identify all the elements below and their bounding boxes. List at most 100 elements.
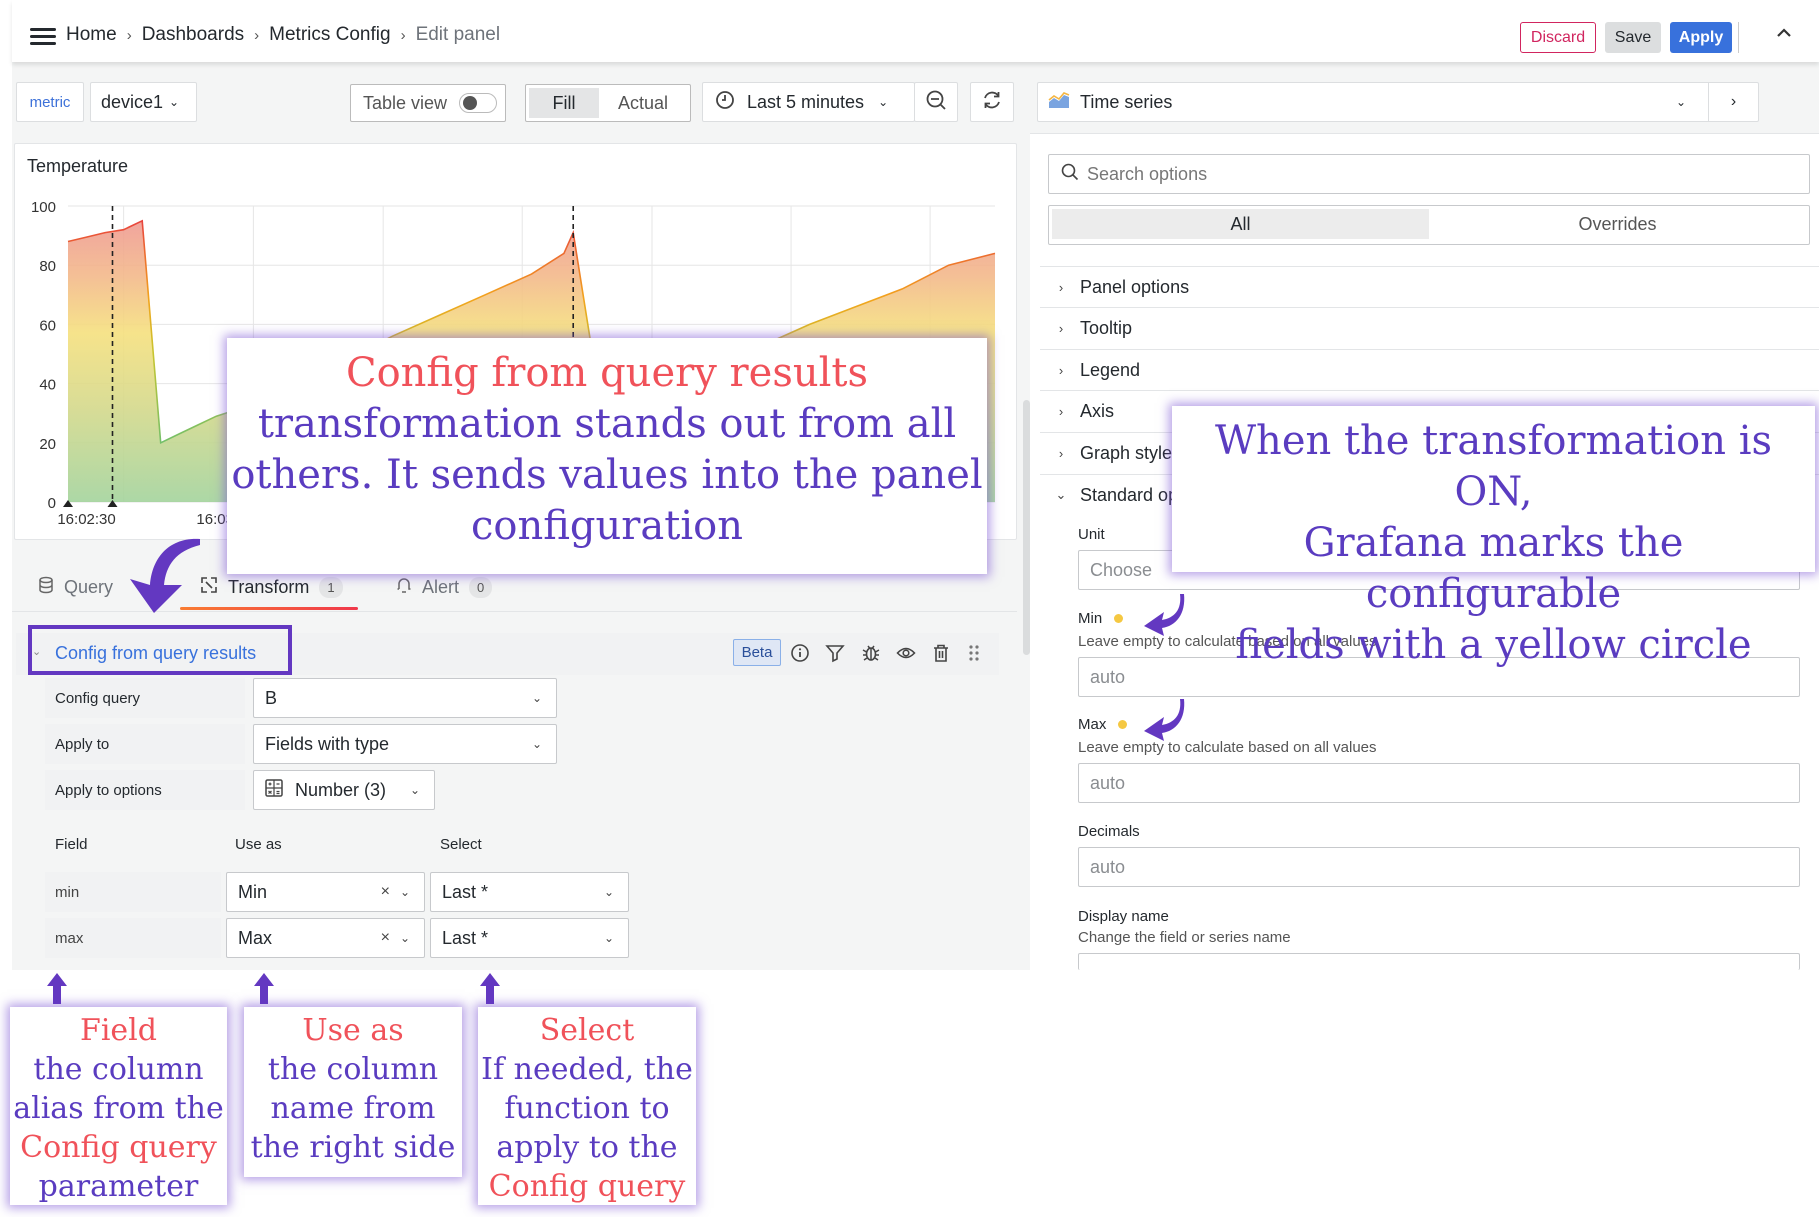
column-header-select: Select: [440, 836, 482, 853]
y-tick-label: 20: [39, 436, 56, 453]
annotation-line: configuration: [471, 503, 743, 549]
table-view-toggle[interactable]: Table view: [350, 84, 506, 122]
min-placeholder: auto: [1090, 666, 1126, 687]
tab-all[interactable]: All: [1052, 209, 1429, 239]
tab-overrides[interactable]: Overrides: [1429, 209, 1806, 239]
chevron-up-icon[interactable]: [1776, 26, 1792, 44]
breadcrumb: Home › Dashboards › Metrics Config › Edi…: [66, 24, 500, 46]
hamburger-icon[interactable]: [30, 28, 56, 46]
search-icon: [1061, 163, 1079, 186]
annotation-line: Config query: [488, 1169, 686, 1204]
apply-button[interactable]: Apply: [1670, 22, 1732, 53]
scrollbar[interactable]: [1023, 400, 1030, 655]
select-function-max[interactable]: Last * ⌄: [430, 918, 629, 958]
section-legend[interactable]: › Legend: [1040, 349, 1819, 390]
tab-alert[interactable]: Alert 0: [396, 576, 493, 599]
annotation-line: the column: [33, 1052, 204, 1087]
breadcrumb-home[interactable]: Home: [66, 24, 117, 46]
chevron-right-icon[interactable]: ›: [1708, 83, 1758, 121]
section-panel-options[interactable]: › Panel options: [1040, 266, 1819, 307]
select-value: Last *: [442, 927, 489, 948]
decimals-input[interactable]: auto: [1078, 847, 1800, 887]
annotation-title: Field: [80, 1013, 157, 1048]
max-input[interactable]: auto: [1078, 763, 1800, 803]
y-tick-label: 60: [39, 317, 56, 334]
actual-option[interactable]: Actual: [599, 88, 687, 118]
options-tabs: All Overrides: [1048, 205, 1810, 245]
chevron-right-icon: ›: [1058, 279, 1064, 295]
chevron-down-icon: ⌄: [603, 885, 614, 899]
section-tooltip[interactable]: › Tooltip: [1040, 307, 1819, 348]
save-button[interactable]: Save: [1605, 22, 1661, 53]
annotation-line: Config query: [20, 1130, 217, 1165]
annotation-line: apply to the: [496, 1130, 678, 1165]
chevron-down-icon: ⌄: [878, 95, 889, 109]
config-query-select[interactable]: B ⌄: [253, 678, 557, 718]
clear-icon[interactable]: ×: [381, 883, 390, 901]
unit-label: Unit: [1078, 526, 1105, 543]
drag-handle-icon[interactable]: [963, 642, 985, 664]
clock-icon: [715, 90, 735, 115]
config-marker-dot: [1114, 614, 1124, 623]
refresh-icon: [981, 89, 1003, 116]
visualization-name: Time series: [1080, 91, 1173, 112]
zoom-out-button[interactable]: [914, 82, 958, 122]
decimals-placeholder: auto: [1090, 856, 1126, 877]
chevron-down-icon: ⌄: [531, 691, 542, 705]
curved-arrow-icon: [130, 538, 200, 613]
y-tick-label: 40: [39, 377, 56, 394]
unit-placeholder: Choose: [1090, 559, 1153, 580]
curved-arrow-icon: [1144, 594, 1185, 636]
decimals-label: Decimals: [1078, 823, 1140, 840]
highlight-box: [28, 625, 292, 675]
info-icon[interactable]: [789, 642, 811, 664]
breadcrumb-dashboard[interactable]: Metrics Config: [269, 24, 390, 46]
min-label-text: Min: [1078, 610, 1103, 627]
section-label: Graph styles: [1080, 442, 1182, 463]
chevron-down-icon: ⌄: [603, 931, 614, 945]
apply-to-select[interactable]: Fields with type ⌄: [253, 724, 557, 764]
breadcrumb-current: Edit panel: [415, 24, 501, 45]
tab-transform[interactable]: Transform 1: [200, 576, 343, 599]
apply-to-value: Fields with type: [265, 733, 390, 754]
debug-icon[interactable]: [860, 642, 882, 664]
select-function-min[interactable]: Last * ⌄: [430, 872, 629, 912]
annotation-select: Select If needed, the function to apply …: [478, 1007, 696, 1205]
breadcrumb-dashboards[interactable]: Dashboards: [142, 24, 244, 46]
header-divider: [1738, 22, 1739, 53]
variable-select[interactable]: device1 ⌄: [90, 82, 197, 122]
config-query-value: B: [265, 687, 278, 708]
chevron-right-icon: ›: [1058, 320, 1064, 336]
fill-option[interactable]: Fill: [529, 88, 599, 118]
annotation-use-as: Use as the column name from the right si…: [244, 1007, 462, 1177]
annotation-line: the right side: [250, 1130, 456, 1165]
min-label: Min: [1078, 610, 1124, 627]
breadcrumb-separator: ›: [254, 26, 260, 44]
use-as-select-max[interactable]: Max × ⌄: [226, 918, 425, 958]
eye-icon[interactable]: [895, 642, 917, 664]
visualization-picker[interactable]: Time series ⌄ ›: [1037, 82, 1759, 122]
time-range-picker[interactable]: Last 5 minutes ⌄: [702, 82, 915, 122]
annotation-line: alias from the: [13, 1091, 224, 1126]
clear-icon[interactable]: ×: [381, 929, 390, 947]
count-badge: 1: [319, 577, 343, 598]
arrow-up-icon: [480, 973, 500, 1004]
filter-icon[interactable]: [824, 642, 846, 664]
refresh-button[interactable]: [970, 82, 1014, 122]
trash-icon[interactable]: [930, 642, 952, 664]
apply-to-label: Apply to: [45, 724, 245, 764]
bell-icon: [396, 576, 412, 599]
discard-button[interactable]: Discard: [1520, 22, 1596, 53]
search-options-input[interactable]: Search options: [1048, 154, 1810, 194]
annotation-line: transformation stands out from all: [257, 401, 957, 447]
display-name-input[interactable]: [1078, 953, 1800, 970]
chevron-down-icon: ⌄: [409, 783, 420, 797]
apply-to-options-select[interactable]: Number (3) ⌄: [253, 770, 435, 810]
max-description: Leave empty to calculate based on all va…: [1078, 739, 1377, 756]
annotation-line: If needed, the: [481, 1052, 693, 1087]
zoom-out-icon: [925, 89, 947, 116]
toggle-switch[interactable]: [459, 93, 498, 113]
use-as-select-min[interactable]: Min × ⌄: [226, 872, 425, 912]
curved-arrow-icon: [1144, 699, 1185, 741]
table-view-label: Table view: [363, 92, 448, 113]
